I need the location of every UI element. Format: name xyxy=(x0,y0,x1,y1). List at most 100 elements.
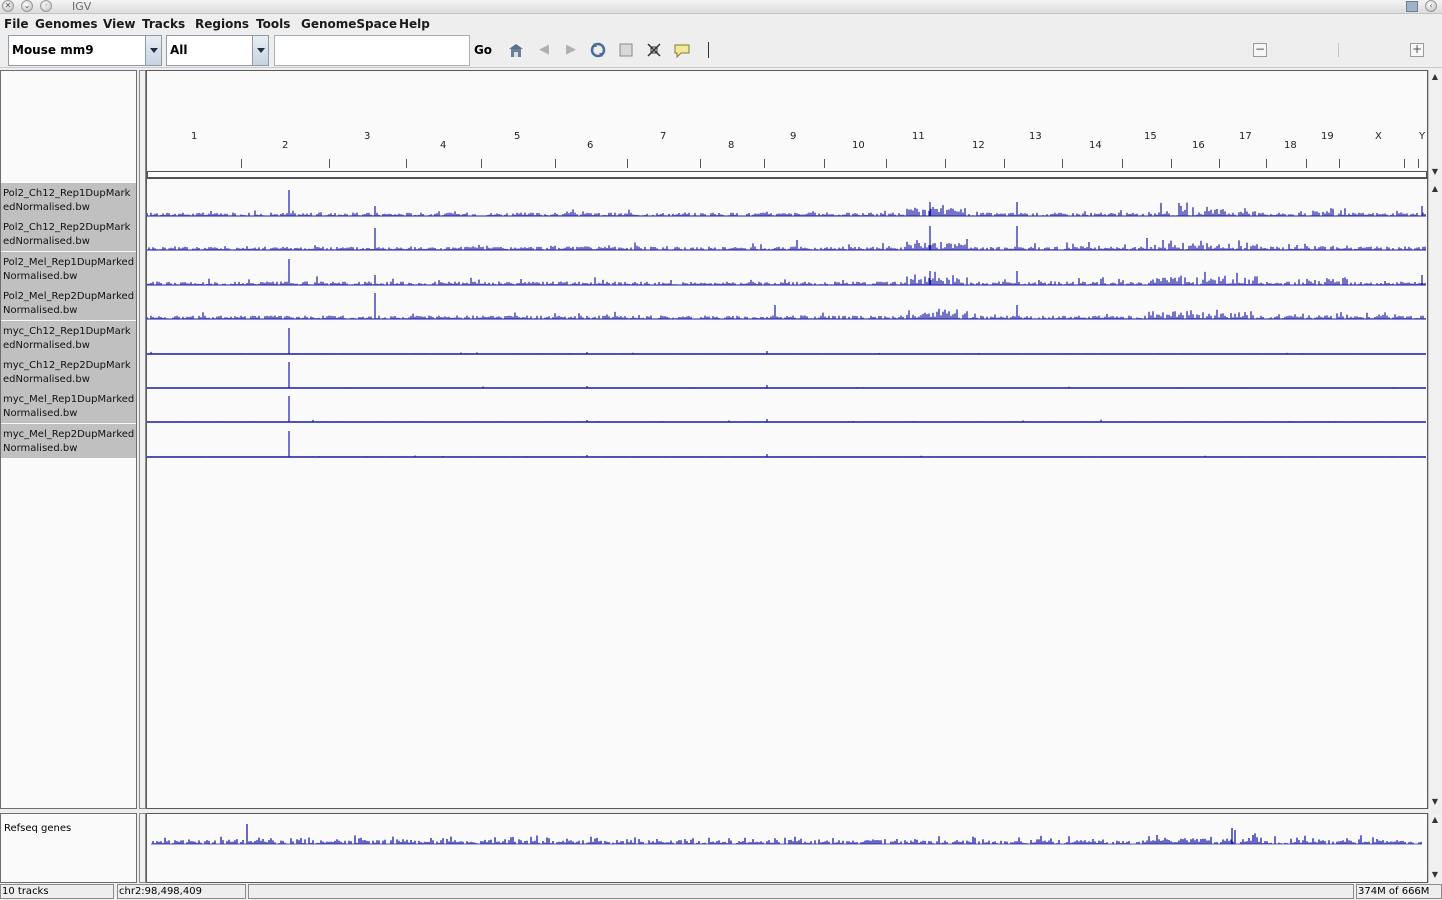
chromosome-label-19[interactable]: 19 xyxy=(1321,131,1334,142)
zoom-in-button[interactable]: + xyxy=(1410,43,1424,57)
signal-track-4[interactable] xyxy=(147,286,1426,320)
track-name-4[interactable]: Pol2_Mel_Rep2DupMarkedNormalised.bw xyxy=(1,286,136,321)
chromosome-boundary-tick xyxy=(1418,159,1419,168)
maximize-window-icon[interactable]: ◦ xyxy=(40,0,52,12)
chromosome-label-13[interactable]: 13 xyxy=(1029,131,1042,142)
memory-usage: 374M of 666M xyxy=(1356,884,1442,899)
track-name-6[interactable]: myc_Ch12_Rep2DupMarkedNormalised.bw xyxy=(1,355,136,389)
genome-select[interactable]: Mouse mm9 xyxy=(8,35,146,66)
signal-bars xyxy=(160,362,1418,388)
chromosome-boundary-tick xyxy=(1404,159,1405,168)
scroll-down-icon[interactable]: ▼ xyxy=(1429,797,1441,807)
track-count: 10 tracks xyxy=(0,884,114,899)
chromosome-boundary-tick xyxy=(1122,159,1123,168)
chromosome-label-4[interactable]: 4 xyxy=(440,140,446,151)
chromosome-label-7[interactable]: 7 xyxy=(660,131,666,142)
locus-search-input[interactable] xyxy=(274,35,470,66)
roi-icon[interactable] xyxy=(617,41,635,59)
chromosome-label-9[interactable]: 9 xyxy=(790,131,796,142)
signal-track-2[interactable] xyxy=(147,217,1426,251)
track-name-7[interactable]: myc_Mel_Rep1DupMarkedNormalised.bw xyxy=(1,389,136,424)
scroll-up-icon[interactable]: ▲ xyxy=(1429,815,1441,825)
track-name-1[interactable]: Pol2_Ch12_Rep1DupMarkedNormalised.bw xyxy=(1,183,136,217)
scroll-up-icon[interactable]: ▲ xyxy=(1429,72,1441,82)
menu-genomes[interactable]: Genomes xyxy=(35,17,98,31)
status-message xyxy=(248,884,1354,899)
close-window-icon[interactable]: ✕ xyxy=(2,0,14,12)
forward-icon[interactable]: ▶ xyxy=(562,41,580,59)
status-bar: 10 tracks chr2:98,498,409 374M of 666M xyxy=(0,883,1442,900)
signal-bars xyxy=(147,293,1426,320)
go-button[interactable]: Go xyxy=(472,35,494,66)
menu-help[interactable]: Help xyxy=(399,17,430,31)
attribute-panel[interactable] xyxy=(139,70,146,809)
chromosome-boundary-tick xyxy=(700,159,701,168)
zoom-slider-track[interactable] xyxy=(1338,43,1339,57)
signal-track-6[interactable] xyxy=(147,355,1426,389)
chromosome-select[interactable]: All xyxy=(166,35,253,66)
window-shade-icon[interactable]: ‹ xyxy=(1425,0,1437,12)
genome-dropdown-icon[interactable] xyxy=(145,35,162,66)
chromosome-label-3[interactable]: 3 xyxy=(364,131,370,142)
chromosome-label-18[interactable]: 18 xyxy=(1284,140,1297,151)
chromosome-label-15[interactable]: 15 xyxy=(1144,131,1157,142)
chromosome-label-17[interactable]: 17 xyxy=(1239,131,1252,142)
chromosome-label-6[interactable]: 6 xyxy=(587,140,593,151)
chromosome-label-12[interactable]: 12 xyxy=(972,140,985,151)
chromosome-dropdown-icon[interactable] xyxy=(252,35,269,66)
chromosome-ruler[interactable]: 1 2 3 4 5 6 7 8 9 10 11 12 13 14 15 16 17 18 19 X Y xyxy=(147,71,1427,179)
home-icon[interactable] xyxy=(507,41,525,59)
zoom-out-button[interactable]: − xyxy=(1253,43,1267,57)
chromosome-boundary-tick xyxy=(945,159,946,168)
popup-info-icon[interactable] xyxy=(673,41,691,59)
chromosome-label-16[interactable]: 16 xyxy=(1192,140,1205,151)
track-name-8[interactable]: myc_Mel_Rep2DupMarkedNormalised.bw xyxy=(1,423,136,458)
refresh-icon[interactable] xyxy=(589,41,607,59)
chromosome-label-10[interactable]: 10 xyxy=(852,140,865,151)
data-panel-scrollbar[interactable] xyxy=(1428,70,1441,809)
chromosome-boundary-tick xyxy=(764,159,765,168)
chromosome-boundary-tick xyxy=(1339,159,1340,168)
minimize-window-icon[interactable]: ⌄ xyxy=(21,0,33,12)
signal-track-7[interactable] xyxy=(147,389,1426,424)
signal-track-8[interactable] xyxy=(147,424,1426,458)
ruler-bar xyxy=(147,171,1427,177)
menu-tools[interactable]: Tools xyxy=(256,17,290,31)
chromosome-label-y[interactable]: Y xyxy=(1419,131,1425,142)
signal-track-3[interactable] xyxy=(147,252,1426,286)
track-name-2[interactable]: Pol2_Ch12_Rep2DupMarkedNormalised.bw xyxy=(1,217,136,252)
window-menu-icon[interactable] xyxy=(1406,1,1418,12)
toolbar-separator xyxy=(708,42,709,58)
menu-tracks[interactable]: Tracks xyxy=(142,17,185,31)
menu-genomespace[interactable]: GenomeSpace xyxy=(301,17,397,31)
chromosome-label-14[interactable]: 14 xyxy=(1089,140,1102,151)
back-icon[interactable]: ◀ xyxy=(535,41,553,59)
menu-regions[interactable]: Regions xyxy=(195,17,249,31)
track-name-3[interactable]: Pol2_Mel_Rep1DupMarkedNormalised.bw xyxy=(1,251,136,286)
chromosome-boundary-tick xyxy=(555,159,556,168)
track-name-5[interactable]: myc_Ch12_Rep1DupMarkedNormalised.bw xyxy=(1,320,136,355)
chromosome-boundary-tick xyxy=(627,159,628,168)
menu-view[interactable]: View xyxy=(103,17,135,31)
refseq-track[interactable] xyxy=(147,814,1427,882)
feature-track-name-panel[interactable]: Refseq genes xyxy=(0,813,137,883)
chromosome-label-8[interactable]: 8 xyxy=(728,140,734,151)
chromosome-label-11[interactable]: 11 xyxy=(912,131,925,142)
feature-attribute-panel[interactable] xyxy=(139,813,146,883)
chromosome-boundary-tick xyxy=(824,159,825,168)
chromosome-label-x[interactable]: X xyxy=(1375,131,1382,142)
refseq-track-name[interactable]: Refseq genes xyxy=(4,823,71,834)
scroll-up-icon[interactable]: ▲ xyxy=(1429,184,1441,194)
signal-track-5[interactable] xyxy=(147,321,1426,355)
menu-file[interactable]: File xyxy=(4,17,29,31)
chromosome-boundary-tick xyxy=(481,159,482,168)
signal-track-1[interactable] xyxy=(147,183,1426,217)
chromosome-label-5[interactable]: 5 xyxy=(514,131,520,142)
chromosome-label-1[interactable]: 1 xyxy=(191,131,197,142)
window-titlebar: ✕ ⌄ ◦ IGV ‹ xyxy=(0,0,1442,14)
feature-data-panel[interactable] xyxy=(146,813,1428,883)
chromosome-label-2[interactable]: 2 xyxy=(282,140,288,151)
scroll-down-icon[interactable]: ▼ xyxy=(1429,870,1441,880)
scroll-down-icon[interactable]: ▼ xyxy=(1429,167,1441,177)
fit-to-window-icon[interactable] xyxy=(645,41,663,59)
